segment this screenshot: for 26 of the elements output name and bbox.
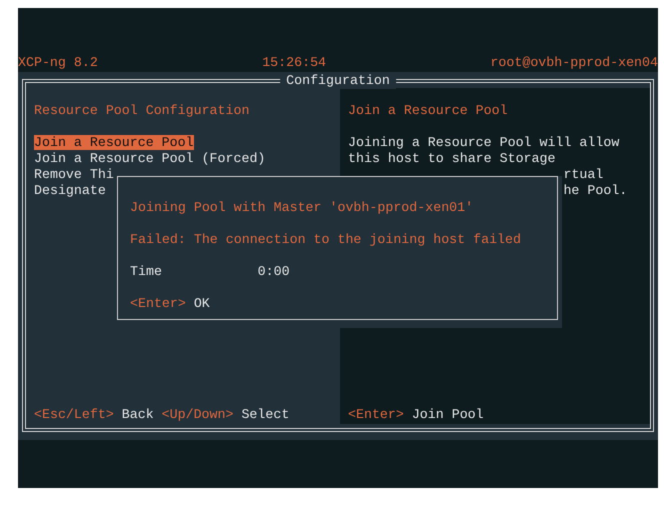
- key-hint: <Esc/Left>: [34, 407, 114, 423]
- menu-item[interactable]: Remove Thi: [34, 167, 114, 182]
- host-name: root@ovbh-pprod-xen04: [490, 55, 658, 72]
- action-label: Join Pool: [412, 407, 484, 423]
- dialog-heading: Joining Pool with Master 'ovbh-pprod-xen01': [130, 200, 474, 216]
- description-text: rtual: [562, 167, 604, 182]
- field-value: 0:00: [258, 264, 290, 279]
- menu-item[interactable]: Designate: [34, 183, 106, 198]
- action-label: OK: [194, 296, 210, 312]
- action-label: Select: [241, 407, 290, 423]
- action-label: Back: [122, 407, 154, 423]
- window-title: Configuration: [280, 73, 396, 89]
- description-text: he Pool.: [562, 183, 628, 198]
- field-label: Time: [130, 264, 163, 280]
- menu-item[interactable]: Join a Resource Pool (Forced): [34, 151, 266, 166]
- key-hint: <Enter>: [348, 407, 404, 423]
- description-text: this host to share Storage: [348, 151, 556, 166]
- pane-title: Resource Pool Configuration: [34, 103, 250, 119]
- pane-title: Join a Resource Pool: [348, 103, 509, 119]
- key-hint: <Enter>: [130, 296, 186, 312]
- menu-item[interactable]: Join a Resource Pool: [34, 135, 194, 150]
- error-message: Failed: The connection to the joining host failed: [130, 232, 522, 248]
- product-name: XCP-ng 8.2: [18, 55, 98, 72]
- key-hint: <Up/Down>: [162, 407, 234, 423]
- description-text: Joining a Resource Pool will allow: [348, 135, 620, 150]
- clock: 15:26:54: [262, 55, 326, 72]
